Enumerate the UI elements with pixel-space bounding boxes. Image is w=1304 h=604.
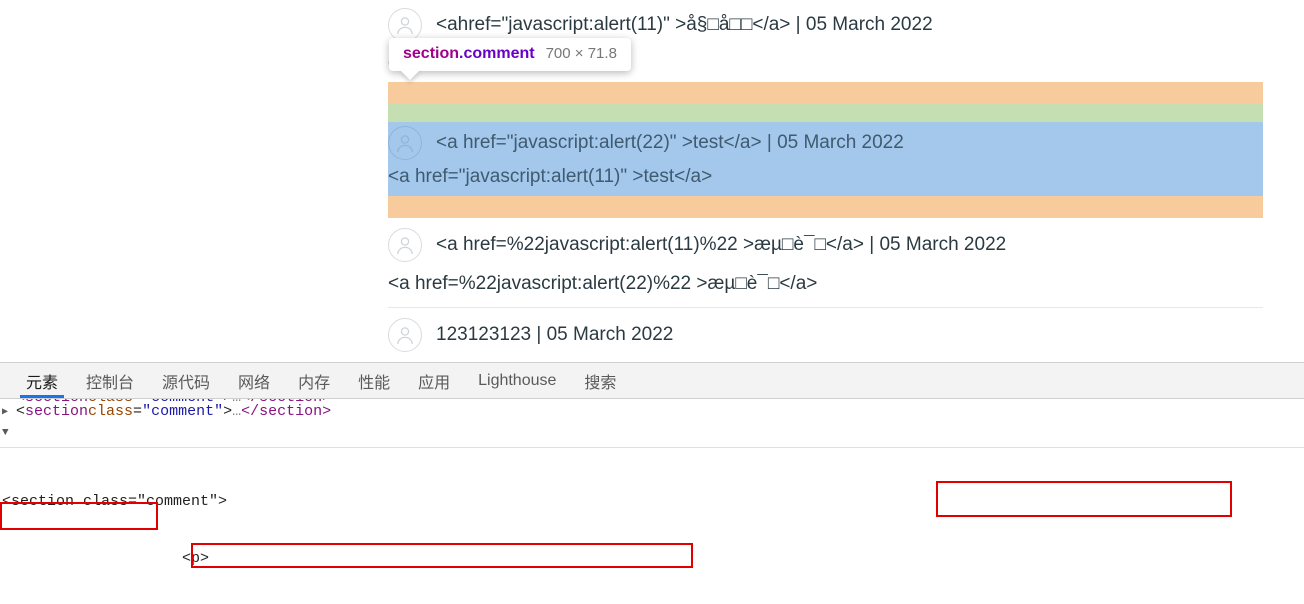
comment-header-4: 123123123 | 05 March 2022 (388, 318, 1263, 352)
tab-label: 应用 (418, 374, 451, 392)
dom-ellipsis[interactable]: … (232, 399, 241, 401)
devtools-tabbar: 元素 控制台 源代码 网络 内存 性能 应用 Lighthouse 搜索 (0, 363, 1304, 399)
tab-label: 内存 (298, 374, 331, 392)
comment-item-4: 123123123 | 05 March 2022 (388, 308, 1263, 352)
tab-memory[interactable]: 内存 (284, 363, 344, 398)
user-avatar-icon (388, 126, 422, 160)
dom-equals: = (133, 403, 143, 420)
expand-triangle-icon[interactable]: ▶ (2, 399, 16, 401)
dom-attr-value: "comment" (142, 403, 224, 420)
user-avatar-icon (388, 228, 422, 262)
comment-text-1: <ahref="javascript:alert(11)" >å§□å□□</a… (436, 14, 933, 35)
dom-attr-name: class (88, 399, 133, 401)
dom-row-section-2[interactable]: ▶ < section class = "comment" >… </section> (0, 401, 1304, 422)
highlight-margin-top (388, 82, 1263, 104)
dom-closing-tag: </section> (241, 403, 332, 420)
highlight-padding-top (388, 104, 1263, 122)
comment-body-2: <a href="javascript:alert(11)" >test</a> (388, 166, 713, 187)
dom-ellipsis[interactable]: … (232, 403, 241, 420)
element-highlight-overlay: <a href="javascript:alert(22)" >test</a>… (388, 82, 1263, 218)
tab-label: 网络 (238, 374, 271, 392)
comment-text-3: <a href=%22javascript:alert(11)%22 >æµ□è… (436, 234, 1007, 255)
snippet-line-2: <p> (2, 550, 210, 567)
tooltip-class-name: .comment (459, 45, 535, 62)
tab-label: Lighthouse (478, 371, 557, 389)
tab-sources[interactable]: 源代码 (148, 363, 224, 398)
comment-text-2: <a href="javascript:alert(22)" >test</a>… (436, 132, 904, 153)
dom-equals: = (133, 399, 142, 401)
dom-close-bracket: > (223, 403, 233, 420)
comment-item-3: <a href=%22javascript:alert(11)%22 >æµ□è… (388, 210, 1263, 307)
comment-header-2: <a href="javascript:alert(22)" >test</a>… (388, 122, 1263, 160)
tab-label: 性能 (358, 374, 391, 392)
devtools-panel: 元素 控制台 源代码 网络 内存 性能 应用 Lighthouse 搜索 ▶ <… (0, 362, 1304, 604)
tab-performance[interactable]: 性能 (344, 363, 404, 398)
tab-label: 控制台 (86, 374, 135, 392)
tab-search[interactable]: 搜索 (570, 363, 630, 398)
dom-source-snippet: <section class="comment"> <p> <img src="… (0, 454, 1304, 604)
tree-separator (0, 447, 1304, 448)
dom-close-bracket: > (223, 399, 232, 401)
dom-tag-name: section (25, 403, 89, 420)
screenshot-root: <ahref="javascript:alert(11)" >å§□å□□</a… (0, 0, 1304, 604)
comment-body-3: <a href=%22javascript:alert(22)%22 >æµ□è… (388, 273, 818, 294)
tooltip-dimensions: 700 × 71.8 (545, 45, 617, 62)
user-avatar-icon (388, 318, 422, 352)
expand-triangle-icon[interactable]: ▶ (2, 406, 16, 418)
dom-row-expanded-toggle[interactable]: ▼ (0, 422, 1304, 443)
dom-tag-name: section (25, 399, 88, 401)
comment-header-1: <ahref="javascript:alert(11)" >å§□å□□</a… (388, 8, 1263, 42)
devtools-elements-tree: ▶ <section class="comment">…</section> ▶… (0, 399, 1304, 604)
dom-open-bracket: < (16, 399, 25, 401)
tab-label: 元素 (26, 374, 59, 392)
tooltip-tag-name: section (403, 45, 460, 62)
tab-elements[interactable]: 元素 (12, 363, 72, 398)
dom-attr-value: "comment" (142, 399, 223, 401)
tooltip-pointer-icon (400, 70, 420, 80)
highlight-margin-bottom (388, 196, 1263, 218)
snippet-line-1: <section class="comment"> (2, 493, 228, 510)
tab-console[interactable]: 控制台 (72, 363, 148, 398)
comment-header-3: <a href=%22javascript:alert(11)%22 >æµ□è… (388, 228, 1263, 262)
dom-attr-name: class (88, 403, 134, 420)
dom-closing-tag: </section> (241, 399, 331, 401)
node-info-tooltip: section.comment 700 × 71.8 (389, 38, 631, 80)
tab-lighthouse[interactable]: Lighthouse (464, 363, 570, 398)
user-avatar-icon (388, 8, 422, 42)
highlight-content-box: <a href="javascript:alert(22)" >test</a>… (388, 122, 1263, 196)
tab-label: 源代码 (162, 374, 211, 392)
dom-open-bracket: < (16, 403, 26, 420)
comment-text-4: 123123123 | 05 March 2022 (436, 324, 674, 345)
collapse-triangle-icon[interactable]: ▼ (2, 427, 16, 439)
tab-application[interactable]: 应用 (404, 363, 464, 398)
browser-viewport: <ahref="javascript:alert(11)" >å§□å□□</a… (0, 0, 1304, 362)
tab-network[interactable]: 网络 (224, 363, 284, 398)
tab-label: 搜索 (584, 374, 617, 392)
